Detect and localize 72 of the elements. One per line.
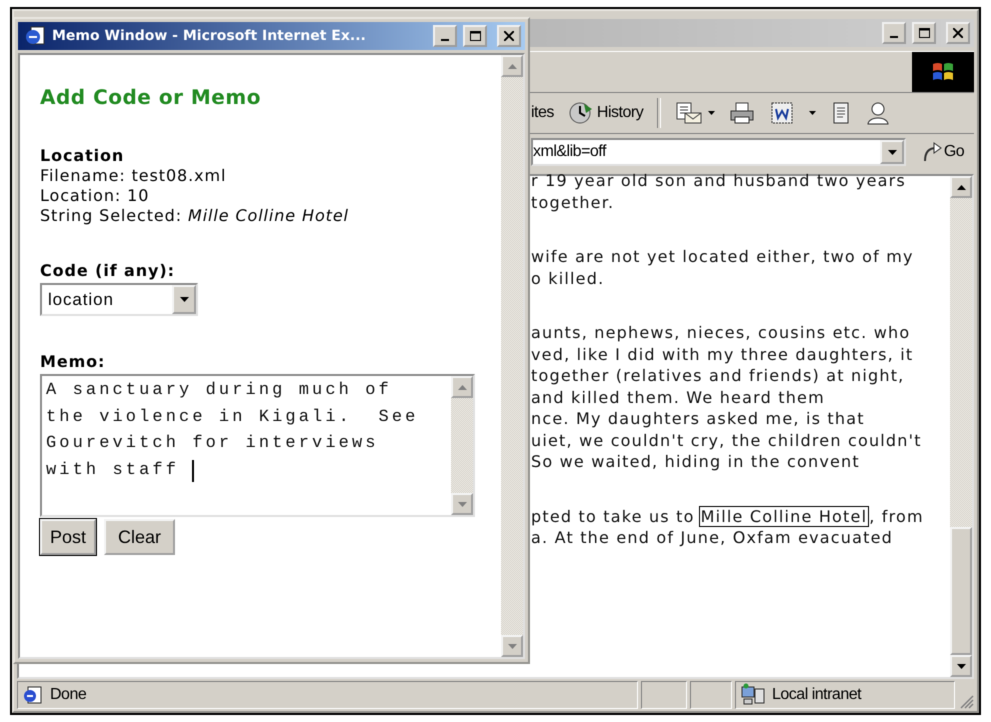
minimize-button[interactable] <box>882 22 906 44</box>
toolbar-button[interactable]: ites <box>531 104 554 122</box>
printer-icon <box>729 101 756 125</box>
status-panel: Done <box>17 681 638 709</box>
section-label: Location <box>40 146 124 166</box>
code-select[interactable]: location <box>40 283 198 316</box>
text-line: together. <box>531 192 616 213</box>
document-edit-icon <box>769 101 796 125</box>
messenger-button[interactable] <box>866 101 890 125</box>
text-line: together (relatives and friends) at night, <box>531 365 906 386</box>
person-icon <box>866 101 890 125</box>
scroll-down-button[interactable] <box>950 655 972 677</box>
minimize-button[interactable] <box>433 25 457 47</box>
network-icon <box>740 683 766 707</box>
scroll-thumb[interactable] <box>950 527 972 655</box>
text-line: nce. My daughters asked me, is that <box>531 408 866 430</box>
down-arrow-icon <box>888 150 896 154</box>
text-line: So we waited, hiding in the convent <box>531 451 861 472</box>
caret-icon <box>708 111 716 115</box>
minimize-icon <box>441 39 449 41</box>
print-button[interactable] <box>729 101 756 125</box>
maximize-icon <box>918 28 930 38</box>
up-arrow-icon <box>458 384 466 390</box>
close-button[interactable] <box>497 25 521 47</box>
close-button[interactable] <box>946 22 970 44</box>
text-line: o killed. <box>531 268 606 289</box>
text-line: a. At the end of June, Oxfam evacuated <box>531 527 894 548</box>
history-button[interactable]: History <box>568 101 644 125</box>
form-heading: Add Code or Memo <box>40 85 261 109</box>
maximize-button[interactable] <box>463 25 487 47</box>
down-arrow-icon <box>508 644 516 648</box>
close-icon <box>504 31 514 41</box>
status-panel <box>690 681 732 709</box>
window-title: Memo Window - Microsoft Internet Ex... <box>52 28 367 44</box>
maximize-button[interactable] <box>912 22 936 44</box>
info-line: Location: 10 <box>40 186 150 206</box>
scrollbar[interactable] <box>950 176 972 677</box>
resize-grip-icon[interactable] <box>958 693 974 709</box>
address-field[interactable]: xml&lib=off <box>531 138 906 166</box>
caret-icon <box>809 111 816 115</box>
field-label: Code (if any): <box>40 261 175 281</box>
close-icon <box>953 28 963 38</box>
mail-button[interactable] <box>675 101 716 125</box>
down-arrow-icon <box>458 502 466 506</box>
down-arrow-icon <box>180 297 188 302</box>
clock-icon <box>568 101 594 125</box>
text-line: ved, like I did with my three daughters, it <box>531 344 914 365</box>
memo-field[interactable]: A sanctuary during much of the violence in Kigali. See Gourevitch for interviews with staff <box>40 374 475 517</box>
text-line: pted to take us to Mille Colline Hotel, from <box>531 506 925 527</box>
text-line: uiet, we couldn't cry, the children couldn't <box>531 430 923 451</box>
browser-page-icon <box>24 25 46 47</box>
edit-button[interactable] <box>769 101 816 125</box>
field-label: Memo: <box>40 352 106 372</box>
scroll-up-button[interactable] <box>950 176 972 198</box>
status-panel <box>641 681 687 709</box>
up-arrow-icon <box>956 184 966 190</box>
go-button[interactable]: Go <box>912 141 974 163</box>
up-arrow-icon <box>508 64 516 68</box>
zone-panel: Local intranet <box>735 681 955 709</box>
minimize-icon <box>890 36 898 38</box>
text-line: and killed them. We heard them <box>531 386 826 408</box>
form-button[interactable]: Post <box>40 519 96 555</box>
text-line: r 19 year old son and husband two years <box>531 170 907 192</box>
info-line: String Selected: Mille Colline Hotel <box>40 206 349 226</box>
page-icon <box>22 685 44 705</box>
maximize-icon <box>470 31 480 41</box>
down-arrow-icon <box>956 664 966 668</box>
info-line: Filename: test08.xml <box>40 166 226 186</box>
form-button[interactable]: Clear <box>104 519 176 555</box>
text-line: aunts, nephews, nieces, cousins etc. who <box>531 322 912 344</box>
arrow-icon <box>922 141 942 163</box>
text-line: wife are not yet located either, two of my <box>531 246 915 268</box>
